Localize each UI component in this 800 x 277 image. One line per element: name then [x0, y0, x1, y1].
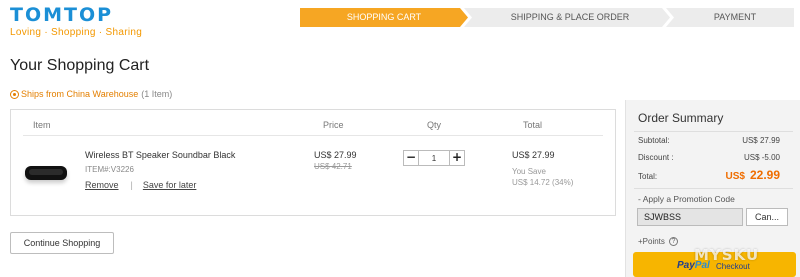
paypal-checkout-button[interactable]: PayPal Checkout: [633, 252, 796, 277]
product-sku: ITEM#:V3226: [85, 165, 134, 174]
discount-row: Discount : US$ -5.00: [638, 153, 780, 162]
item-price: US$ 27.99: [314, 150, 357, 160]
step-shopping-cart: SHOPPING CART: [300, 8, 468, 27]
promo-code-label: - Apply a Promotion Code: [638, 194, 735, 204]
qty-increase-button[interactable]: +: [449, 150, 465, 166]
item-total: US$ 27.99: [512, 150, 555, 160]
ships-item-count: (1 Item): [141, 89, 173, 99]
you-save-label: You Save: [512, 167, 546, 176]
total-value: 22.99: [749, 168, 780, 182]
checkout-steps: SHOPPING CART SHIPPING & PLACE ORDER PAY…: [300, 8, 794, 27]
points-label: +Points: [638, 237, 665, 246]
order-summary-title: Order Summary: [638, 111, 724, 125]
remove-link[interactable]: Remove: [85, 180, 119, 190]
subtotal-value: US$ 27.99: [742, 136, 780, 145]
product-name[interactable]: Wireless BT Speaker Soundbar Black: [85, 150, 235, 160]
paypal-logo: PayPal: [677, 260, 710, 271]
promo-apply-button[interactable]: Can...: [746, 208, 788, 226]
quantity-stepper: − +: [403, 150, 465, 166]
save-for-later-link[interactable]: Save for later: [143, 180, 197, 190]
qty-input[interactable]: [419, 150, 449, 166]
subtotal-row: Subtotal: US$ 27.99: [638, 136, 780, 145]
total-label: Total:: [638, 172, 658, 181]
continue-shopping-button[interactable]: Continue Shopping: [10, 232, 114, 254]
logo-tagline: Loving · Shopping · Sharing: [10, 27, 143, 38]
product-actions: Remove | Save for later: [85, 180, 196, 190]
step-shipping-place-order: SHIPPING & PLACE ORDER: [464, 8, 670, 27]
column-header-price: Price: [323, 120, 344, 130]
promo-code-input[interactable]: SJWBSS: [637, 208, 743, 226]
paypal-pal: Pal: [694, 260, 710, 271]
ships-from-warehouse[interactable]: Ships from China Warehouse (1 Item): [10, 89, 172, 99]
radio-selected-icon[interactable]: [10, 89, 19, 99]
help-icon[interactable]: ?: [668, 237, 678, 246]
column-header-item: Item: [33, 120, 51, 130]
cart-table: Item Price Qty Total Wireless BT Speaker…: [10, 109, 616, 216]
order-summary-panel: Order Summary Subtotal: US$ 27.99 Discou…: [625, 100, 800, 277]
header-divider: [23, 135, 603, 136]
you-save-amount: US$ 14.72 (34%): [512, 178, 574, 187]
total-currency: US$: [725, 171, 745, 182]
total-row: Total: US$ 22.99: [638, 168, 780, 182]
total-amount: US$ 22.99: [726, 168, 780, 182]
qty-decrease-button[interactable]: −: [403, 150, 419, 166]
step-payment: PAYMENT: [666, 8, 794, 27]
tomtop-logo[interactable]: TOMTOP Loving · Shopping · Sharing: [10, 5, 142, 38]
summary-divider: [634, 131, 793, 132]
logo-wordmark: TOMTOP: [10, 4, 114, 26]
column-header-qty: Qty: [427, 120, 442, 130]
item-original-price: US$ 42.71: [314, 162, 352, 171]
points-info: +Points ?: [638, 237, 678, 246]
action-separator: |: [130, 180, 133, 190]
paypal-checkout-label: Checkout: [716, 262, 750, 271]
discount-value: US$ -5.00: [743, 153, 780, 162]
subtotal-label: Subtotal:: [638, 136, 670, 145]
ships-from-label: Ships from China Warehouse: [21, 89, 139, 99]
discount-label: Discount :: [638, 153, 674, 162]
paypal-pay: Pay: [677, 260, 695, 271]
summary-divider: [634, 188, 793, 189]
product-image[interactable]: [25, 166, 67, 180]
column-header-total: Total: [523, 120, 543, 130]
page-title: Your Shopping Cart: [10, 57, 150, 74]
